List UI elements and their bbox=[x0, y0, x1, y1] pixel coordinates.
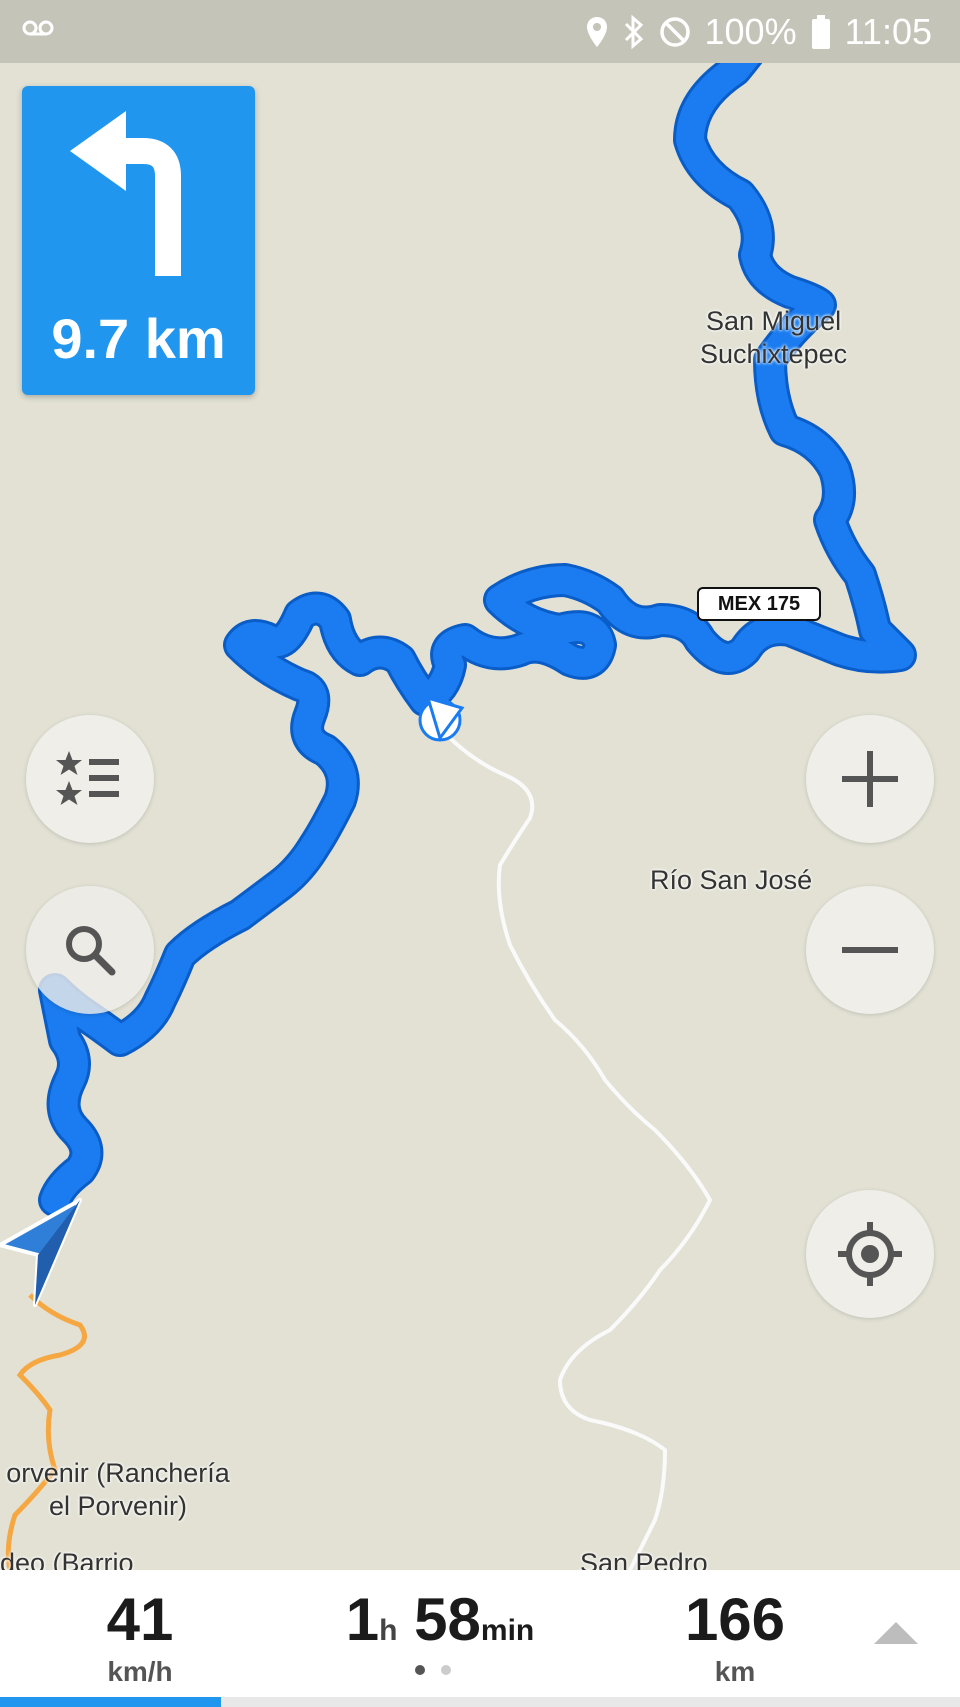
do-not-disturb-icon bbox=[659, 16, 691, 48]
distance-unit: km bbox=[714, 1656, 756, 1687]
speed-unit: km/h bbox=[107, 1656, 173, 1687]
search-icon bbox=[66, 926, 116, 976]
chevron-up-icon bbox=[874, 1622, 918, 1644]
my-location-icon bbox=[838, 1222, 902, 1286]
voicemail-icon bbox=[22, 18, 54, 43]
eta-hours: 1 bbox=[345, 1586, 380, 1653]
status-bar: 100% 11:05 bbox=[0, 0, 960, 63]
eta-hours-unit: h bbox=[379, 1614, 398, 1647]
minor-road bbox=[438, 726, 713, 1570]
search-button[interactable] bbox=[26, 886, 154, 1014]
side-road bbox=[5, 1293, 87, 1570]
distance-value: 166 bbox=[684, 1586, 786, 1653]
turn-point-marker bbox=[418, 695, 465, 742]
favorites-button[interactable] bbox=[26, 715, 154, 843]
location-icon bbox=[585, 16, 609, 48]
map-label-rio-san-jose: Río San José bbox=[650, 865, 813, 895]
map-label-san-miguel: San Miguel Suchixtepec bbox=[700, 306, 848, 369]
favorites-list-icon bbox=[56, 751, 119, 805]
page-dot bbox=[415, 1665, 425, 1675]
bluetooth-icon bbox=[623, 15, 645, 49]
eta-stat: 1h 58min bbox=[320, 1588, 560, 1663]
turn-distance: 9.7 km bbox=[51, 307, 226, 370]
distance-stat: 166 km bbox=[670, 1588, 800, 1688]
road-shield: MEX 175 bbox=[697, 587, 821, 621]
zoom-in-button[interactable] bbox=[806, 715, 934, 843]
zoom-out-button[interactable] bbox=[806, 886, 934, 1014]
battery-icon bbox=[811, 15, 831, 49]
eta-minutes: 58 bbox=[414, 1586, 481, 1653]
trip-info-bar[interactable]: 41 km/h 1h 58min 166 km bbox=[0, 1570, 960, 1707]
speed-stat: 41 km/h bbox=[80, 1588, 200, 1688]
plus-icon bbox=[842, 751, 898, 807]
turn-left-arrow-icon bbox=[70, 111, 181, 276]
speed-value: 41 bbox=[106, 1586, 174, 1653]
battery-percent: 100% bbox=[704, 11, 797, 52]
clock: 11:05 bbox=[844, 11, 932, 52]
page-dot bbox=[441, 1665, 451, 1675]
eta-value: 1h 58min bbox=[320, 1588, 560, 1663]
eta-minutes-unit: min bbox=[480, 1614, 535, 1647]
route-progress-bar bbox=[0, 1697, 960, 1707]
map-label-san-pedro: San Pedro bbox=[580, 1548, 708, 1570]
current-position-marker bbox=[0, 1198, 82, 1307]
map-label-barrio: deo (Barrio bbox=[0, 1548, 134, 1570]
expand-button[interactable] bbox=[872, 1618, 920, 1653]
route-progress-fill bbox=[0, 1697, 221, 1707]
page-indicator bbox=[415, 1665, 451, 1675]
map-label-porvenir: orvenir (Ranchería el Porvenir) bbox=[6, 1458, 230, 1521]
my-location-button[interactable] bbox=[806, 1190, 934, 1318]
minus-icon bbox=[842, 947, 898, 953]
turn-instruction-card[interactable]: 9.7 km bbox=[22, 86, 255, 395]
